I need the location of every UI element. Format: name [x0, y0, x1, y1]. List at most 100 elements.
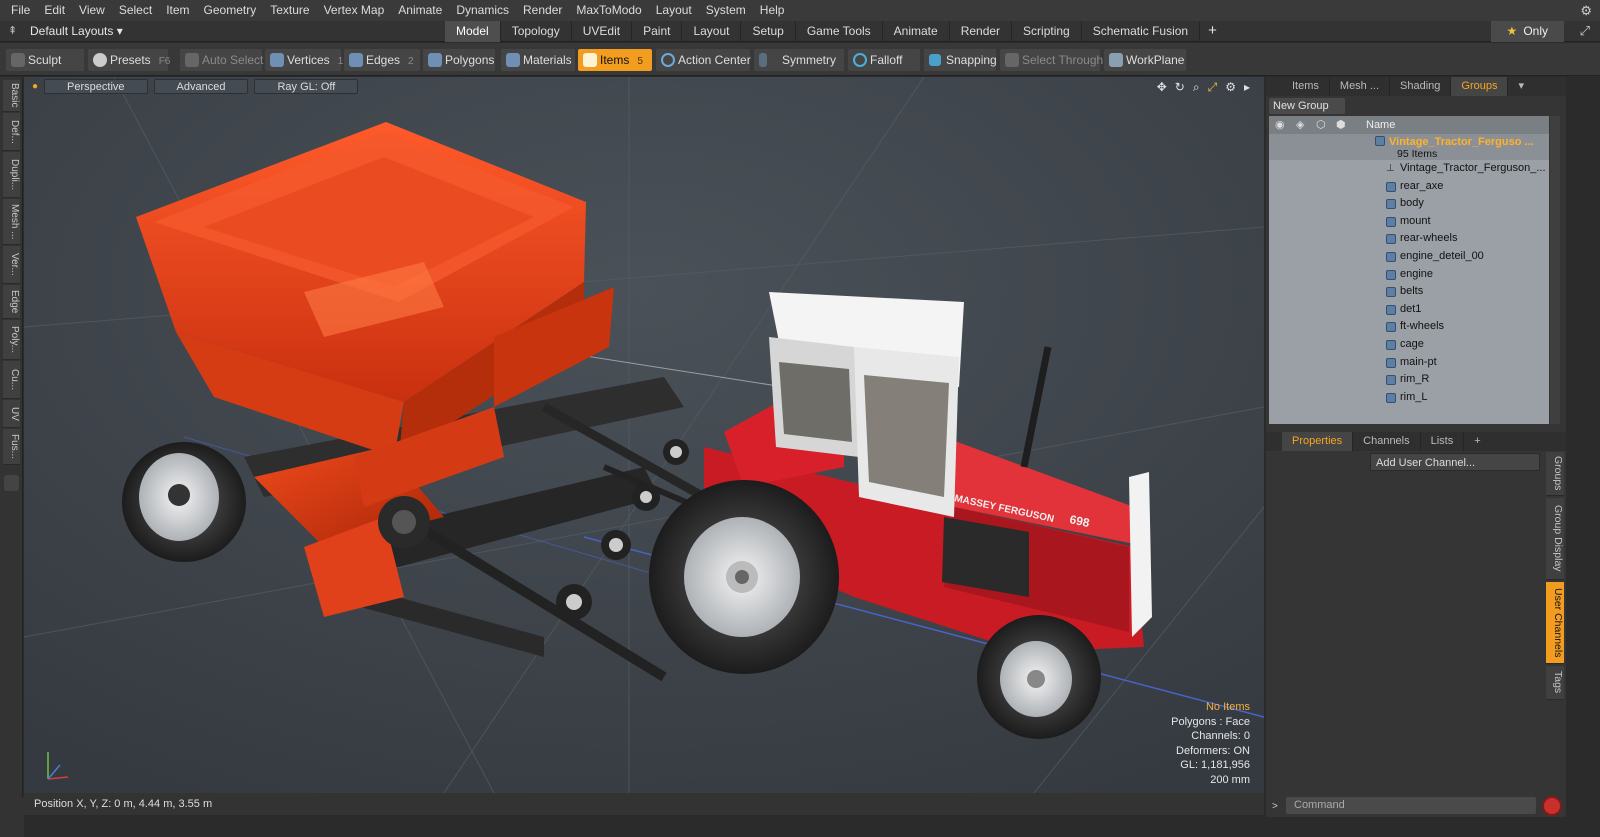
- left-tab-uv[interactable]: UV: [3, 400, 20, 428]
- tab-animate[interactable]: Animate: [883, 21, 950, 42]
- advanced-button[interactable]: Advanced: [153, 79, 249, 94]
- vertices-button[interactable]: Vertices 1: [265, 49, 343, 71]
- polygons-button[interactable]: Polygons: [423, 49, 495, 71]
- side-tab-tags[interactable]: Tags: [1546, 666, 1564, 700]
- side-tab-user-channels[interactable]: User Channels: [1546, 582, 1564, 664]
- menu-system[interactable]: System: [699, 0, 753, 21]
- only-toggle[interactable]: ★ Only: [1490, 21, 1564, 42]
- list-item[interactable]: cage: [1269, 336, 1549, 354]
- snapping-button[interactable]: Snapping: [924, 49, 997, 71]
- left-tab-polygon[interactable]: Poly...: [3, 320, 20, 360]
- viewport-menu-arrow-icon[interactable]: ▸: [1244, 80, 1250, 95]
- layout-selector[interactable]: Default Layouts ▾: [30, 24, 123, 38]
- list-item[interactable]: main-pt: [1269, 354, 1549, 372]
- list-item[interactable]: belts: [1269, 283, 1549, 301]
- menu-geometry[interactable]: Geometry: [197, 0, 264, 21]
- list-item[interactable]: rim_R: [1269, 371, 1549, 389]
- symmetry-button[interactable]: Symmetry: [754, 49, 844, 71]
- materials-button[interactable]: Materials: [501, 49, 575, 71]
- left-tab-basic[interactable]: Basic: [3, 80, 20, 112]
- add-user-channel-button[interactable]: Add User Channel...: [1370, 453, 1540, 471]
- rotate-icon[interactable]: ↻: [1175, 80, 1185, 95]
- tab-shading[interactable]: Shading: [1390, 77, 1452, 96]
- list-item[interactable]: body: [1269, 195, 1549, 213]
- left-tab-vertex[interactable]: Ver...: [3, 246, 20, 284]
- record-macro-icon[interactable]: [1542, 796, 1562, 816]
- new-group-button[interactable]: New Group: [1269, 98, 1345, 114]
- panel-dropdown-icon[interactable]: ▾: [1508, 77, 1534, 96]
- auto-select-button[interactable]: Auto Select: [180, 49, 263, 71]
- list-item[interactable]: rear-wheels: [1269, 230, 1549, 248]
- group-root-row[interactable]: Vintage_Tractor_Ferguso ... 95 Items: [1269, 134, 1549, 160]
- menu-dynamics[interactable]: Dynamics: [449, 0, 516, 21]
- menu-vertex-map[interactable]: Vertex Map: [317, 0, 392, 21]
- action-center-button[interactable]: Action Center: [656, 49, 751, 71]
- tab-setup[interactable]: Setup: [741, 21, 796, 42]
- add-tab-icon[interactable]: +: [1200, 21, 1225, 42]
- left-tab-options[interactable]: [4, 475, 19, 491]
- command-input[interactable]: Command: [1286, 797, 1536, 814]
- tab-game-tools[interactable]: Game Tools: [796, 21, 883, 42]
- menu-texture[interactable]: Texture: [263, 0, 316, 21]
- list-item[interactable]: ⊥ Vintage_Tractor_Ferguson_...: [1269, 160, 1549, 178]
- list-item[interactable]: rear_axe: [1269, 178, 1549, 196]
- workplane-button[interactable]: WorkPlane: [1104, 49, 1186, 71]
- menu-render[interactable]: Render: [516, 0, 569, 21]
- tab-items[interactable]: Items: [1282, 77, 1330, 96]
- tab-scripting[interactable]: Scripting: [1012, 21, 1082, 42]
- visibility-eye-icon[interactable]: ◉: [1275, 116, 1285, 134]
- tab-topology[interactable]: Topology: [501, 21, 572, 42]
- collapse-arrow-icon[interactable]: ⇞: [8, 24, 17, 37]
- viewport-dot-icon[interactable]: ●: [32, 79, 38, 95]
- menu-select[interactable]: Select: [112, 0, 159, 21]
- tree-scrollbar[interactable]: [1550, 116, 1560, 424]
- tab-properties[interactable]: Properties: [1282, 432, 1354, 451]
- 3d-viewport[interactable]: MASSEY FERGUSON 698 ● Perspective Advanc…: [24, 77, 1264, 793]
- edges-button[interactable]: Edges 2: [344, 49, 420, 71]
- menu-layout[interactable]: Layout: [649, 0, 699, 21]
- menu-file[interactable]: File: [4, 0, 37, 21]
- left-tab-duplicate[interactable]: Dupli...: [3, 152, 20, 198]
- falloff-button[interactable]: Falloff: [848, 49, 920, 71]
- pan-icon[interactable]: ✥: [1157, 80, 1167, 95]
- perspective-button[interactable]: Perspective: [44, 79, 148, 94]
- tab-lists[interactable]: Lists: [1421, 432, 1465, 451]
- side-tab-group-display[interactable]: Group Display: [1546, 498, 1564, 580]
- left-tab-edge[interactable]: Edge: [3, 285, 20, 319]
- menu-item[interactable]: Item: [159, 0, 196, 21]
- list-item[interactable]: engine: [1269, 266, 1549, 284]
- left-tab-mesh[interactable]: Mesh ...: [3, 199, 20, 245]
- fit-icon[interactable]: ⤢: [1208, 80, 1218, 95]
- menu-edit[interactable]: Edit: [37, 0, 72, 21]
- tab-layout[interactable]: Layout: [682, 21, 742, 42]
- select-through-button[interactable]: Select Through: [1000, 49, 1103, 71]
- viewport-gear-icon[interactable]: ⚙: [1225, 80, 1236, 95]
- select-icon[interactable]: ⬢: [1336, 116, 1346, 134]
- menu-animate[interactable]: Animate: [391, 0, 449, 21]
- tab-paint[interactable]: Paint: [632, 21, 683, 42]
- left-tab-deform[interactable]: Def...: [3, 113, 20, 151]
- presets-button[interactable]: Presets F6: [88, 49, 170, 71]
- tab-uvedit[interactable]: UVEdit: [572, 21, 633, 42]
- tab-model[interactable]: Model: [445, 21, 501, 42]
- raygl-button[interactable]: Ray GL: Off: [254, 79, 359, 94]
- list-item[interactable]: det1: [1269, 301, 1549, 319]
- list-item[interactable]: engine_deteil_00: [1269, 248, 1549, 266]
- tab-channels[interactable]: Channels: [1353, 432, 1421, 451]
- render-icon[interactable]: ◈: [1296, 116, 1304, 134]
- tab-schematic-fusion[interactable]: Schematic Fusion: [1082, 21, 1201, 42]
- left-tab-curve[interactable]: Cu...: [3, 361, 20, 399]
- tab-groups[interactable]: Groups: [1451, 77, 1509, 96]
- gear-icon[interactable]: ⚙: [1580, 3, 1592, 19]
- list-item[interactable]: rim_L: [1269, 389, 1549, 407]
- lock-icon[interactable]: ⬡: [1316, 116, 1326, 134]
- zoom-icon[interactable]: ⌕: [1193, 80, 1200, 95]
- expand-icon[interactable]: ⤢: [1580, 23, 1590, 39]
- sculpt-button[interactable]: Sculpt: [6, 49, 84, 71]
- left-tab-fusion[interactable]: Fus...: [3, 429, 20, 465]
- items-button[interactable]: Items 5: [578, 49, 652, 71]
- tab-render[interactable]: Render: [950, 21, 1013, 42]
- add-panel-tab-icon[interactable]: +: [1464, 432, 1490, 451]
- menu-help[interactable]: Help: [753, 0, 792, 21]
- menu-view[interactable]: View: [72, 0, 112, 21]
